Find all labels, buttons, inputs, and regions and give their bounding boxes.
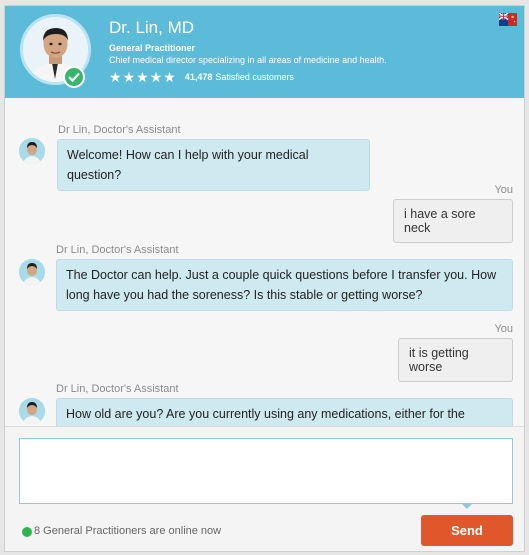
compose-area: 8 General Practitioners are online now S… <box>5 426 524 551</box>
assistant-message: Welcome! How can I help with your medica… <box>57 139 370 191</box>
online-status-text: 8 General Practitioners are online now <box>34 525 222 537</box>
doctor-header: Dr. Lin, MD General Practitioner Chief m… <box>5 6 524 98</box>
star-icon: ★ <box>122 69 136 85</box>
doctor-specialty: General Practitioner <box>109 43 196 53</box>
australia-flag-icon <box>499 13 517 26</box>
star-icon: ★ <box>136 69 149 85</box>
star-icon: ★ <box>149 69 163 85</box>
rating-count: 41,478 <box>184 72 213 82</box>
chat-widget: Dr. Lin, MD General Practitioner Chief m… <box>4 5 525 552</box>
star-icon: ★ <box>163 69 176 85</box>
doctor-description: Chief medical director specializing in a… <box>109 55 387 65</box>
online-status-icon <box>22 527 32 537</box>
assistant-message: The Doctor can help. Just a couple quick… <box>56 259 513 311</box>
sender-label: You <box>494 323 513 335</box>
assistant-avatar <box>19 398 45 424</box>
rating-label: Satisfied customers <box>215 72 294 82</box>
user-message: it is getting worse <box>398 338 513 382</box>
sender-label: Dr Lin, Doctor's Assistant <box>56 244 179 256</box>
message-input[interactable] <box>19 438 513 504</box>
send-button[interactable]: Send <box>421 515 513 546</box>
assistant-message: How old are you? Are you currently using… <box>56 398 513 426</box>
sender-label: Dr Lin, Doctor's Assistant <box>58 124 181 136</box>
user-message: i have a sore neck <box>393 199 513 243</box>
chat-log[interactable]: Dr Lin, Doctor's Assistant Welcome! How … <box>5 98 524 426</box>
rating: ★ ★ ★ ★ ★ 41,478 Satisfied customers <box>109 70 294 84</box>
assistant-avatar <box>19 259 45 285</box>
doctor-name: Dr. Lin, MD <box>109 18 195 37</box>
sender-label: You <box>494 184 513 196</box>
verified-check-icon <box>63 66 85 88</box>
assistant-avatar <box>19 138 45 164</box>
star-icon: ★ <box>109 69 122 85</box>
input-notch <box>461 503 473 509</box>
sender-label: Dr Lin, Doctor's Assistant <box>56 383 179 395</box>
